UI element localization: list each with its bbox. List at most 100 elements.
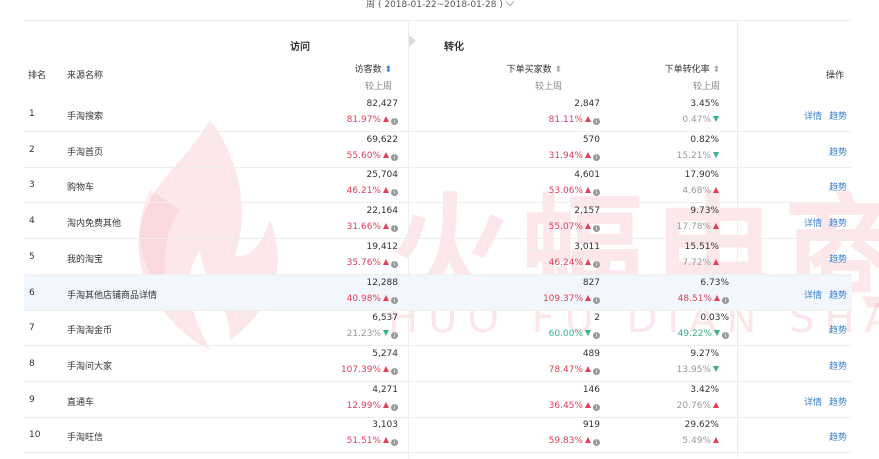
table-row: 1 手淘搜索 82,427 81.97% i 2,847 81.11% i 3.45% 0.47%… <box>24 96 852 132</box>
arrow-up-icon <box>585 258 591 265</box>
visitors-value: 3,103 <box>372 420 398 431</box>
arrow-up-icon <box>713 187 719 194</box>
info-icon[interactable]: i <box>391 189 398 197</box>
trend-link[interactable]: 趋势 <box>829 323 847 336</box>
detail-link[interactable]: 详情 <box>804 395 822 408</box>
trend-link[interactable]: 趋势 <box>829 252 847 265</box>
rate-change-value: 4.68% <box>682 186 711 197</box>
arrow-up-icon <box>383 151 389 158</box>
info-icon[interactable]: i <box>593 296 600 304</box>
visitors-cell: 82,427 81.97% i <box>278 99 398 125</box>
visitors-value: 5,274 <box>372 348 398 359</box>
trend-link[interactable]: 趋势 <box>829 109 847 122</box>
detail-link[interactable]: 详情 <box>804 288 822 301</box>
info-icon[interactable]: i <box>391 153 398 161</box>
buyers-value: 827 <box>582 277 600 288</box>
col-rate[interactable]: 下单转化率 ⬍ 较上周 <box>620 62 720 92</box>
buyers-change-value: 60.00% <box>548 329 583 340</box>
table-row: 10 手淘旺信 3,103 51.51% i 919 59.83% i 29.62% 5.49% 趋… <box>24 417 852 454</box>
rate-value: 29.62% <box>684 420 719 431</box>
visitors-cell: 22,164 31.66% i <box>278 206 398 233</box>
rate-change-value: 13.95% <box>676 364 711 375</box>
col-visitors-label: 访客数 <box>354 65 382 75</box>
buyers-change: 31.94% i <box>480 151 600 161</box>
rate-change-value: 17.78% <box>676 222 711 233</box>
arrow-up-icon <box>383 401 389 408</box>
visitors-change-value: 35.76% <box>346 257 381 268</box>
row-source-name: 手淘淘金币 <box>67 326 113 337</box>
visitors-cell: 6,537 21.23% i <box>278 313 398 340</box>
buyers-cell: 919 59.83% i <box>480 420 600 447</box>
col-buyers[interactable]: 下单买家数 ⬍ 较上周 <box>470 62 562 92</box>
info-icon[interactable]: i <box>391 332 398 340</box>
detail-link[interactable]: 详情 <box>804 109 822 122</box>
date-range-label: 周 ( 2018-01-22~2018-01-28 ) <box>366 0 503 10</box>
buyers-change-value: 59.83% <box>548 436 583 447</box>
trend-link[interactable]: 趋势 <box>829 288 847 301</box>
arrow-up-icon <box>383 294 389 301</box>
rate-cell: 29.62% 5.49% <box>599 420 719 446</box>
info-icon[interactable]: i <box>391 439 398 447</box>
table-row: 5 我的淘宝 19,412 35.76% i 3,011 46.24% i 15.51% 7.72… <box>24 239 852 275</box>
trend-link[interactable]: 趋势 <box>829 359 847 372</box>
row-rank: 4 <box>29 216 35 227</box>
trend-link[interactable]: 趋势 <box>829 180 847 193</box>
col-visitors[interactable]: 访客数 ⬍ 较上周 <box>300 62 392 92</box>
row-source-name: 手淘其他店铺商品详情 <box>67 290 158 301</box>
rate-value: 0.82% <box>690 134 719 145</box>
visitors-cell: 25,704 46.21% i <box>278 170 398 197</box>
rate-change: 49.22% i <box>609 329 729 340</box>
arrow-up-icon <box>713 258 719 265</box>
row-source-name: 手淘首页 <box>67 147 104 158</box>
rate-cell: 3.42% 20.76% <box>599 385 719 411</box>
detail-link[interactable]: 详情 <box>804 216 822 229</box>
info-icon[interactable]: i <box>391 260 398 268</box>
buyers-value: 146 <box>582 384 600 395</box>
arrow-up-icon <box>383 258 389 265</box>
row-source-name: 购物车 <box>67 183 95 194</box>
trend-link[interactable]: 趋势 <box>829 145 847 158</box>
row-rank: 7 <box>29 323 35 334</box>
buyers-cell: 2 60.00% i <box>480 313 600 340</box>
row-rank: 5 <box>29 251 35 262</box>
rate-change: 17.78% <box>599 222 719 232</box>
trend-link[interactable]: 趋势 <box>829 216 847 229</box>
info-icon[interactable]: i <box>593 332 600 340</box>
col-rank: 排名 <box>28 71 47 81</box>
arrow-up-icon <box>585 223 591 230</box>
buyers-cell: 3,011 46.24% i <box>480 242 600 268</box>
visitors-change-value: 40.98% <box>346 293 381 304</box>
buyers-cell: 2,847 81.11% i <box>480 99 600 125</box>
buyers-value: 919 <box>582 420 600 431</box>
visitors-value: 4,271 <box>372 384 398 395</box>
visitors-value: 19,412 <box>366 241 399 252</box>
buyers-change: 59.83% i <box>480 436 600 447</box>
trend-link[interactable]: 趋势 <box>829 395 847 408</box>
table-row: 2 手淘首页 69,622 55.60% i 570 31.94% i 0.82% 15.21% 趋… <box>24 132 852 168</box>
info-icon[interactable]: i <box>391 403 398 411</box>
row-source-name: 手淘旺信 <box>67 433 104 444</box>
date-range-selector[interactable]: 周 ( 2018-01-22~2018-01-28 ) <box>0 0 879 18</box>
info-icon[interactable]: i <box>391 296 398 304</box>
row-rank: 9 <box>29 394 35 405</box>
info-icon[interactable]: i <box>391 118 398 125</box>
info-icon[interactable]: i <box>722 332 729 340</box>
sort-desc-icon[interactable]: ⬍ <box>384 65 392 75</box>
visitors-cell: 5,274 107.39% i <box>278 349 398 375</box>
table-row: 7 手淘淘金币 6,537 21.23% i 2 60.00% i 0.03% 49.22% i 趋势 <box>24 310 852 347</box>
sort-icon[interactable]: ⬍ <box>554 65 562 75</box>
visitors-cell: 12,288 40.98% i <box>278 278 398 304</box>
info-icon[interactable]: i <box>722 296 729 304</box>
info-icon[interactable]: i <box>391 225 398 233</box>
sort-icon[interactable]: ⬍ <box>712 65 720 75</box>
buyers-cell: 4,601 53.06% i <box>480 170 600 197</box>
row-source-name: 手淘搜索 <box>67 112 104 122</box>
info-icon[interactable]: i <box>391 367 398 375</box>
arrow-up-icon <box>585 401 591 408</box>
buyers-value: 2,847 <box>574 99 600 109</box>
visitors-cell: 3,103 51.51% i <box>278 420 398 447</box>
rate-value: 0.03% <box>700 313 729 324</box>
trend-link[interactable]: 趋势 <box>829 430 847 443</box>
visitors-change: 31.66% i <box>278 222 398 233</box>
row-rank: 6 <box>29 287 35 298</box>
